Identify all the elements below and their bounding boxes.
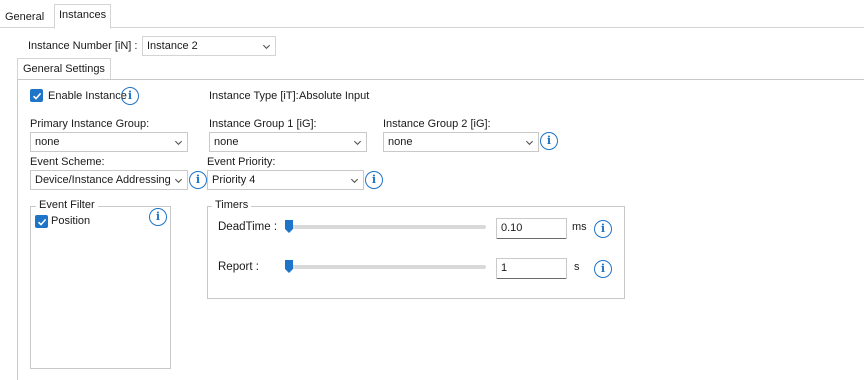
info-icon[interactable]: i xyxy=(594,260,612,278)
event-scheme-label: Event Scheme: xyxy=(30,156,105,168)
report-slider-thumb[interactable] xyxy=(285,260,293,273)
report-label: Report : xyxy=(218,261,259,273)
info-icon[interactable]: i xyxy=(121,87,139,105)
info-icon[interactable]: i xyxy=(149,208,167,226)
instance-type-label: Instance Type [iT]: xyxy=(209,90,299,102)
report-input[interactable]: 1 xyxy=(496,258,567,279)
group2-value: none xyxy=(388,136,413,148)
enable-instance-checkbox[interactable] xyxy=(30,89,43,102)
info-icon[interactable]: i xyxy=(189,171,207,189)
event-scheme-value: Device/Instance Addressing xyxy=(35,174,171,186)
report-slider-track[interactable] xyxy=(286,265,486,269)
chevron-down-icon xyxy=(525,140,534,146)
checkmark-icon xyxy=(32,92,42,100)
event-filter-group xyxy=(30,206,171,369)
main-tabstrip: General Instances xyxy=(0,0,864,29)
event-scheme-select[interactable]: Device/Instance Addressing xyxy=(30,170,188,190)
info-icon[interactable]: i xyxy=(540,132,558,150)
chevron-down-icon xyxy=(174,140,183,146)
instance-type-value: Absolute Input xyxy=(299,90,370,102)
deadtime-slider-track[interactable] xyxy=(286,225,486,229)
info-icon[interactable]: i xyxy=(365,171,383,189)
event-priority-value: Priority 4 xyxy=(212,174,256,186)
enable-instance-label: Enable Instance xyxy=(48,90,127,102)
checkmark-icon xyxy=(37,218,47,226)
deadtime-slider-thumb[interactable] xyxy=(285,220,293,233)
position-label: Position xyxy=(51,215,91,227)
event-priority-label: Event Priority: xyxy=(207,156,276,168)
deadtime-unit: ms xyxy=(572,221,587,233)
primary-group-value: none xyxy=(35,136,60,148)
chevron-down-icon xyxy=(353,140,362,146)
deadtime-value: 0.10 xyxy=(501,222,523,234)
chevron-down-icon xyxy=(174,178,183,184)
tab-general-settings[interactable]: General Settings xyxy=(17,58,111,80)
group2-label: Instance Group 2 [iG]: xyxy=(383,118,491,130)
tab-instances[interactable]: Instances xyxy=(54,4,112,29)
primary-group-select[interactable]: none xyxy=(30,132,188,152)
group1-select[interactable]: none xyxy=(209,132,367,152)
info-icon[interactable]: i xyxy=(594,220,612,238)
group1-label: Instance Group 1 [iG]: xyxy=(209,118,317,130)
chevron-down-icon xyxy=(350,178,359,184)
position-checkbox[interactable] xyxy=(35,215,48,228)
tab-general[interactable]: General xyxy=(0,6,49,28)
report-unit: s xyxy=(574,261,580,273)
event-priority-select[interactable]: Priority 4 xyxy=(207,170,364,190)
instance-number-value: Instance 2 xyxy=(147,40,198,52)
group1-value: none xyxy=(214,136,239,148)
timers-title: Timers xyxy=(212,199,252,211)
report-value: 1 xyxy=(501,262,508,274)
primary-group-label: Primary Instance Group: xyxy=(30,118,150,130)
instance-number-select[interactable]: Instance 2 xyxy=(142,36,276,56)
deadtime-label: DeadTime : xyxy=(218,221,278,233)
instance-number-label: Instance Number [iN] : xyxy=(28,40,138,52)
chevron-down-icon xyxy=(262,44,271,50)
deadtime-input[interactable]: 0.10 xyxy=(496,218,567,239)
event-filter-title: Event Filter xyxy=(36,199,98,211)
group2-select[interactable]: none xyxy=(383,132,539,152)
